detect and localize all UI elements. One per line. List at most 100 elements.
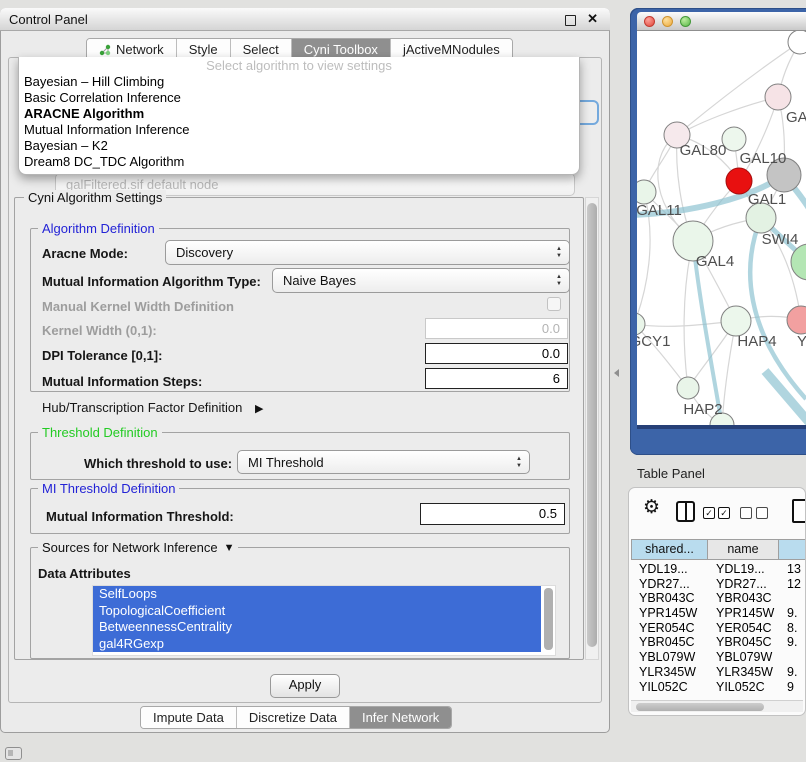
network-node[interactable] — [637, 180, 656, 204]
aracne-mode-combobox[interactable]: Discovery ▲▼ — [165, 240, 570, 265]
network-edge — [684, 241, 693, 388]
combo-arrows-icon: ▲▼ — [516, 456, 522, 470]
node-label: Y — [797, 333, 806, 350]
data-attributes-list[interactable]: SelfLoopsTopologicalCoefficientBetweenne… — [92, 585, 556, 656]
close-traffic-light-icon[interactable] — [644, 16, 655, 27]
table-horizontal-scrollbar[interactable] — [631, 700, 803, 712]
application-window: Control Panel ✕ NetworkStyleSelectCyni T… — [0, 0, 806, 762]
cyni-mode-tabbar: Impute DataDiscretize DataInfer Network — [140, 706, 452, 729]
hub-section-label: Hub/Transcription Factor Definition — [42, 400, 242, 415]
node-label: HAP4 — [737, 333, 776, 350]
node-label: GCY1 — [637, 333, 670, 350]
algorithm-option[interactable]: Basic Correlation Inference — [19, 90, 579, 106]
apply-button[interactable]: Apply — [270, 674, 340, 698]
network-node[interactable] — [787, 306, 806, 334]
mi-steps-field[interactable]: 6 — [425, 368, 568, 389]
checked-checkbox-icon[interactable]: ✓ — [703, 507, 715, 519]
table-row[interactable]: YER054CYER054C8. — [631, 621, 806, 636]
control-panel-titlebar[interactable]: Control Panel ✕ — [0, 8, 610, 31]
close-icon[interactable]: ✕ — [587, 11, 598, 27]
attribute-item[interactable]: SelfLoops — [93, 586, 541, 603]
table-row[interactable]: YIL052CYIL052C9 — [631, 680, 806, 695]
attributes-scrollbar-thumb[interactable] — [544, 588, 553, 650]
settings-scrollbar-thumb[interactable] — [587, 203, 597, 647]
which-threshold-value: MI Threshold — [248, 455, 324, 470]
network-edge — [765, 371, 806, 425]
column-header-shared[interactable]: shared... — [631, 539, 708, 560]
algorithm-placeholder: Select algorithm to view settings — [19, 57, 579, 74]
combo-arrows-icon: ▲▼ — [556, 274, 562, 288]
algorithm-combobox-fragment[interactable] — [578, 100, 599, 125]
tab-infer-network[interactable]: Infer Network — [350, 707, 451, 728]
table-cell: YLR345W — [631, 665, 708, 680]
mi-type-combobox[interactable]: Naive Bayes ▲▼ — [272, 268, 570, 293]
unchecked-checkbox-icon[interactable] — [740, 507, 752, 519]
mi-threshold-title: MI Threshold Definition — [38, 481, 179, 496]
gear-icon[interactable]: ⚙ — [643, 496, 660, 518]
table-cell: 13 — [779, 562, 806, 577]
table-row[interactable]: YBR043CYBR043C — [631, 591, 806, 606]
dpi-tolerance-label: DPI Tolerance [0,1]: — [42, 348, 162, 363]
table-row[interactable]: YDR27...YDR27...12 — [631, 577, 806, 592]
table-row[interactable]: YDL19...YDL19...13 — [631, 562, 806, 577]
which-threshold-combobox[interactable]: MI Threshold ▲▼ — [237, 450, 530, 474]
node-label: GAL1 — [748, 191, 786, 208]
algorithm-option[interactable]: Dream8 DC_TDC Algorithm — [19, 154, 579, 170]
table-cell: YBR043C — [708, 591, 779, 606]
hub-section-toggle[interactable]: Hub/Transcription Factor Definition ▶ — [42, 400, 263, 415]
zoom-traffic-light-icon[interactable] — [680, 16, 691, 27]
algorithm-dropdown-popup: Select algorithm to view settings Bayesi… — [18, 57, 580, 175]
minimize-traffic-light-icon[interactable] — [662, 16, 673, 27]
aracne-mode-value: Discovery — [176, 245, 233, 260]
table-row[interactable]: YBR045CYBR045C9. — [631, 635, 806, 650]
sources-title-label: Sources for Network Inference — [42, 540, 218, 555]
attribute-item[interactable]: BetweennessCentrality — [93, 619, 541, 636]
node-label: GAL80 — [680, 142, 727, 159]
table-cell: YER054C — [708, 621, 779, 636]
table-cell: YDL19... — [708, 562, 779, 577]
table-row[interactable]: YLR345WYLR345W9. — [631, 665, 806, 680]
network-node[interactable] — [765, 84, 791, 110]
document-icon[interactable] — [792, 499, 806, 523]
mi-type-label: Mutual Information Algorithm Type: — [42, 274, 261, 289]
table-scrollbar-thumb[interactable] — [636, 703, 764, 711]
table-row[interactable]: YBL079WYBL079W — [631, 650, 806, 665]
table-cell: YBR043C — [631, 591, 708, 606]
algorithm-option[interactable]: Bayesian – K2 — [19, 138, 579, 154]
table-cell: YIL052C — [708, 680, 779, 695]
column-header-extra[interactable] — [778, 539, 806, 560]
minimized-panel-icon[interactable] — [5, 747, 22, 760]
unchecked-checkbox-icon[interactable] — [756, 507, 768, 519]
network-frame-shadow — [637, 425, 806, 429]
table-row[interactable]: YPR145WYPR145W9. — [631, 606, 806, 621]
algorithm-definition-title: Algorithm Definition — [38, 221, 159, 236]
network-node[interactable] — [721, 306, 751, 336]
tab-discretize-data[interactable]: Discretize Data — [237, 707, 350, 728]
columns-icon[interactable] — [676, 501, 695, 522]
kernel-width-field[interactable]: 0.0 — [425, 318, 568, 339]
table-cell: YIL052C — [631, 680, 708, 695]
collapsed-arrow-icon: ▶ — [255, 403, 263, 415]
table-cell: 8. — [779, 621, 806, 636]
mi-threshold-field[interactable]: 0.5 — [420, 503, 565, 525]
network-node[interactable] — [788, 31, 806, 54]
dpi-tolerance-field[interactable]: 0.0 — [425, 343, 568, 364]
network-node[interactable] — [637, 313, 645, 335]
algorithm-option[interactable]: ARACNE Algorithm — [19, 106, 579, 122]
sources-title[interactable]: Sources for Network Inference ▼ — [38, 540, 238, 555]
attribute-item[interactable]: gal4RGexp — [93, 636, 541, 653]
network-node[interactable] — [677, 377, 699, 399]
algorithm-option[interactable]: Bayesian – Hill Climbing — [19, 74, 579, 90]
checked-checkbox-icon[interactable]: ✓ — [718, 507, 730, 519]
kernel-width-label: Kernel Width (0,1): — [42, 323, 157, 338]
attribute-item[interactable]: TopologicalCoefficient — [93, 603, 541, 620]
algorithm-option[interactable]: Mutual Information Inference — [19, 122, 579, 138]
panel-divider-arrow[interactable] — [614, 369, 619, 377]
manual-kernel-checkbox[interactable] — [547, 297, 561, 311]
table-cell — [779, 591, 806, 606]
float-window-icon[interactable] — [565, 15, 576, 26]
table-cell: 9 — [779, 680, 806, 695]
tab-impute-data[interactable]: Impute Data — [141, 707, 237, 728]
column-header-name[interactable]: name — [707, 539, 779, 560]
network-canvas[interactable]: GALGAL80GAL10GAL1GAL11SWI4GAL4GCY1HAP4YH… — [637, 31, 806, 425]
